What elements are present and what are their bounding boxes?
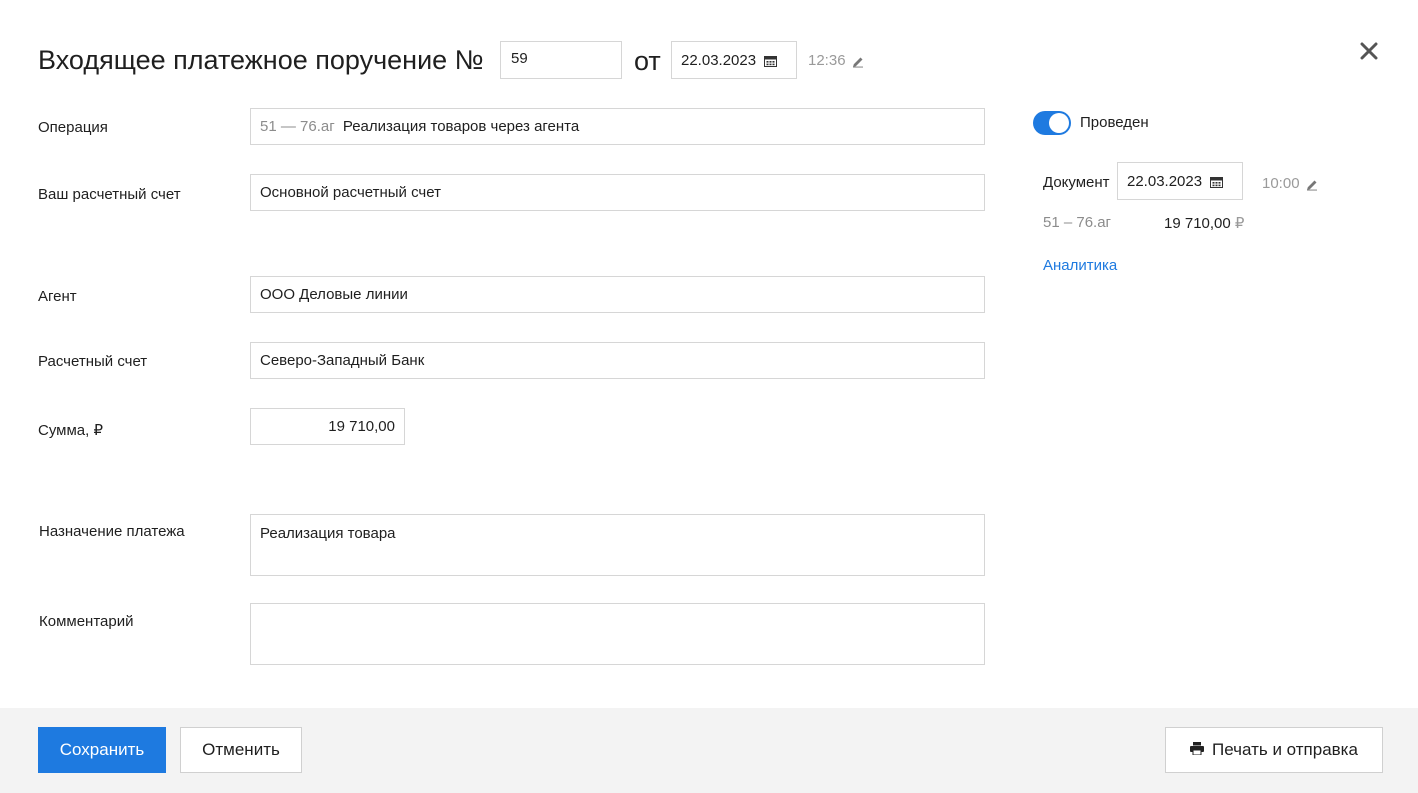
printer-icon: [1190, 740, 1205, 760]
sum-input[interactable]: 19 710,00: [250, 408, 405, 445]
cancel-button[interactable]: Отменить: [180, 727, 302, 773]
pencil-icon[interactable]: [852, 55, 864, 67]
document-time[interactable]: 12:36: [808, 52, 864, 69]
comment-textarea[interactable]: [250, 603, 985, 665]
print-send-label: Печать и отправка: [1212, 740, 1358, 759]
posted-toggle[interactable]: [1033, 111, 1071, 135]
document-label: Документ: [1043, 174, 1110, 191]
toggle-knob: [1049, 113, 1069, 133]
posted-label: Проведен: [1080, 114, 1149, 131]
currency-symbol: ₽: [1234, 215, 1245, 232]
own-account-label: Ваш расчетный счет: [38, 186, 181, 203]
page-title: Входящее платежное поручение №: [38, 45, 484, 75]
posting-time-value: 10:00: [1262, 175, 1300, 192]
agent-select[interactable]: ООО Деловые линии: [250, 276, 985, 313]
close-icon: [1360, 42, 1378, 65]
calendar-icon[interactable]: [764, 54, 778, 67]
from-label: от: [634, 46, 661, 76]
operation-code: 51 — 76.аг: [260, 118, 335, 135]
document-time-value: 12:36: [808, 52, 846, 69]
document-number-input[interactable]: 59: [500, 41, 622, 79]
agent-label: Агент: [38, 288, 77, 305]
analytics-link[interactable]: Аналитика: [1043, 257, 1117, 274]
calendar-icon[interactable]: [1210, 175, 1224, 188]
entry-sum: 19 710,00 ₽: [1164, 214, 1244, 232]
posting-date-value: 22.03.2023: [1127, 172, 1203, 190]
document-date-input[interactable]: 22.03.2023: [671, 41, 797, 79]
save-button[interactable]: Сохранить: [38, 727, 166, 773]
close-button[interactable]: [1356, 40, 1382, 66]
entry-sum-value: 19 710,00: [1164, 215, 1231, 232]
posting-time[interactable]: 10:00: [1262, 175, 1318, 192]
comment-label: Комментарий: [39, 613, 134, 630]
account-select[interactable]: Северо-Западный Банк: [250, 342, 985, 379]
sum-label: Сумма, ₽: [38, 422, 104, 439]
pencil-icon[interactable]: [1306, 178, 1318, 190]
purpose-label: Назначение платежа: [39, 523, 185, 540]
operation-value: Реализация товаров через агента: [342, 118, 580, 135]
entry-account-code: 51 – 76.аг: [1043, 214, 1112, 231]
purpose-textarea[interactable]: Реализация товара: [250, 514, 985, 576]
document-date-value: 22.03.2023: [681, 51, 757, 69]
account-label: Расчетный счет: [38, 353, 148, 370]
own-account-select[interactable]: Основной расчетный счет: [250, 174, 985, 211]
operation-label: Операция: [38, 119, 108, 136]
operation-select[interactable]: 51 — 76.аг Реализация товаров через аген…: [250, 108, 985, 145]
print-send-button[interactable]: Печать и отправка: [1165, 727, 1383, 773]
posting-date-input[interactable]: 22.03.2023: [1117, 162, 1243, 200]
